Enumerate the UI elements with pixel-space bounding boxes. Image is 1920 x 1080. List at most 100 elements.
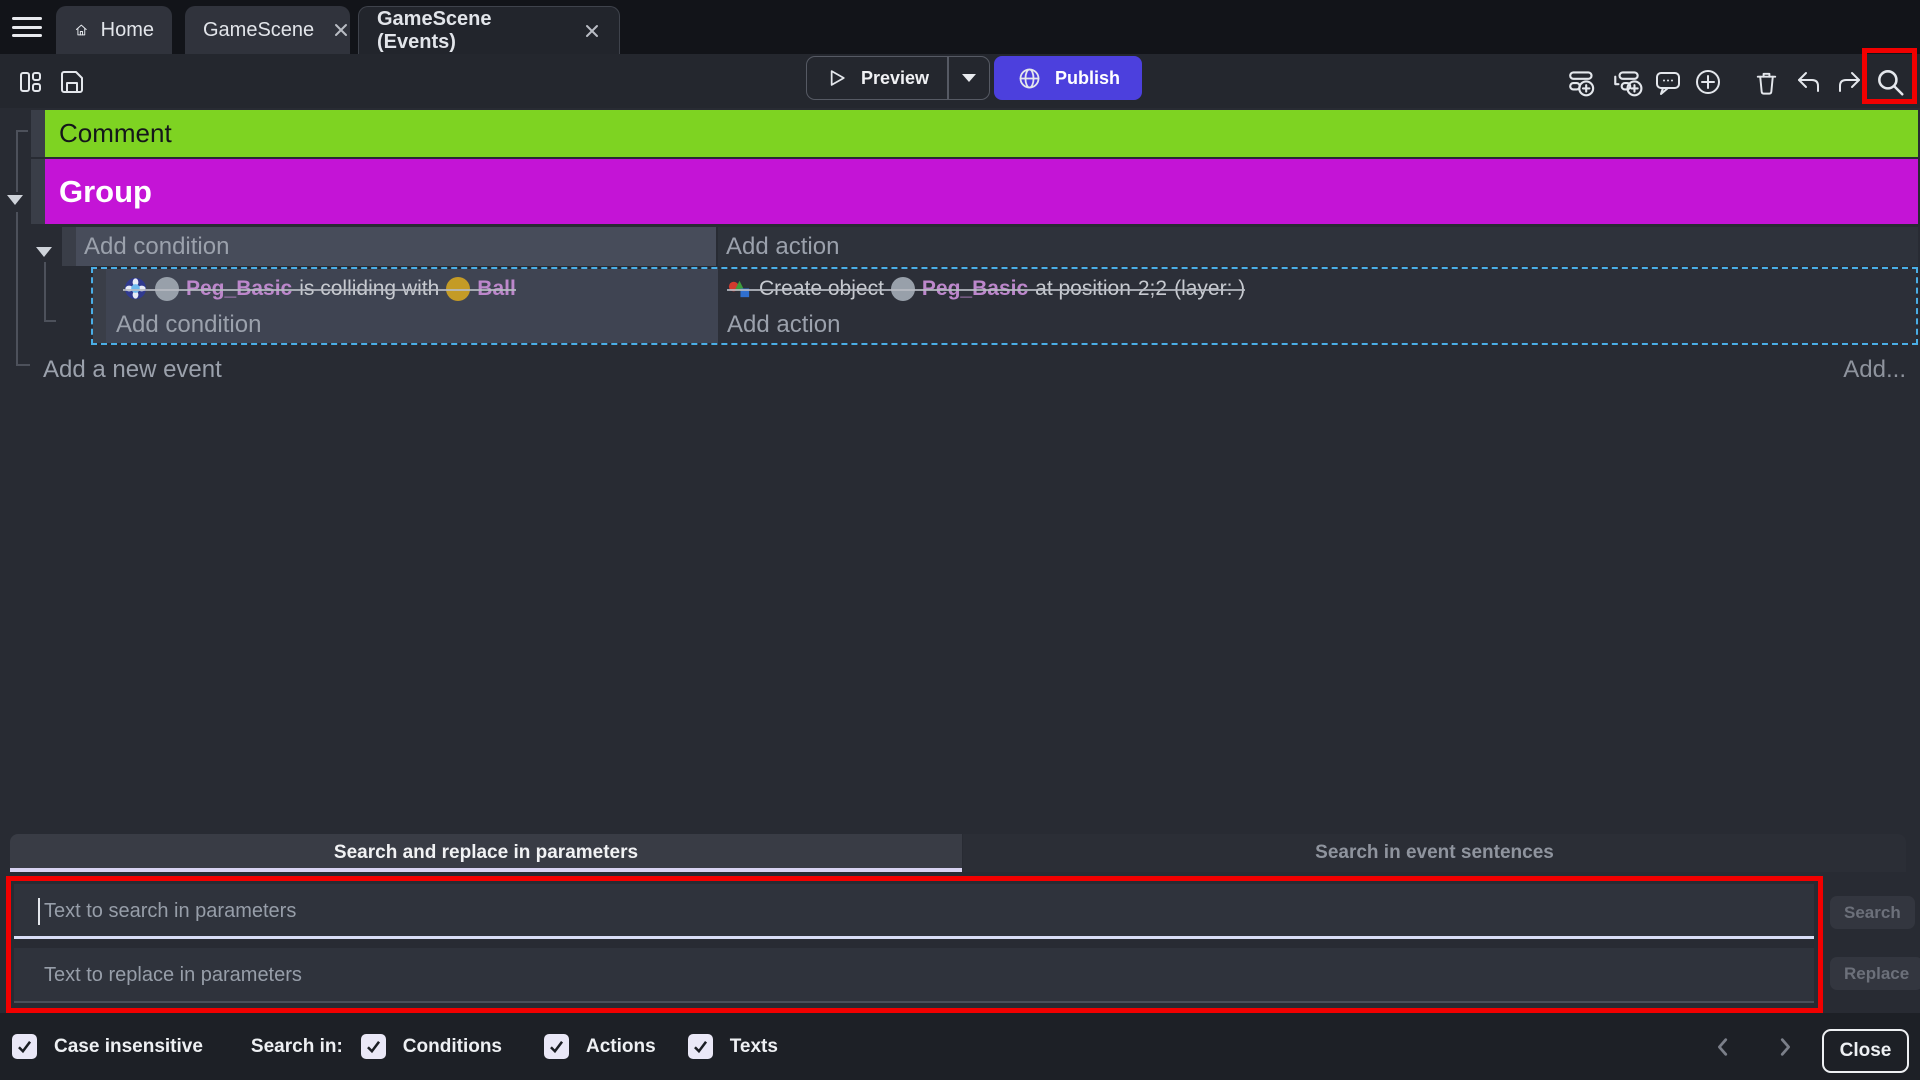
- main-menu-icon[interactable]: [12, 14, 42, 40]
- add-event-button[interactable]: [1565, 64, 1601, 100]
- tree-connector: [16, 364, 30, 366]
- add-comment-button[interactable]: [1650, 64, 1686, 100]
- tab-gamescene[interactable]: GameScene: [185, 6, 350, 54]
- comment-bubble-icon: [1653, 67, 1683, 97]
- tab-search-replace-parameters[interactable]: Search and replace in parameters: [10, 834, 962, 872]
- highlight-box-search-fields: [6, 876, 1823, 1013]
- add-more-events-button[interactable]: [1690, 64, 1726, 100]
- checkmark-icon: [15, 1037, 34, 1056]
- search-button[interactable]: Search: [1830, 896, 1915, 929]
- empty-event-actions-column: Add action: [718, 227, 1918, 266]
- add-action-link[interactable]: Add action: [726, 233, 839, 261]
- add-subevent-icon: [1611, 66, 1643, 98]
- close-button[interactable]: Close: [1822, 1029, 1909, 1073]
- action-coordinates: 2;2: [1138, 277, 1167, 301]
- action-connector: at position: [1035, 277, 1131, 301]
- preview-button[interactable]: Preview: [807, 65, 947, 91]
- highlight-box-search-icon: [1862, 48, 1917, 104]
- delete-button[interactable]: [1748, 64, 1784, 100]
- tab-gamescene-events-close-icon[interactable]: [583, 22, 601, 40]
- case-insensitive-label: Case insensitive: [54, 1036, 203, 1058]
- event-conditions-column: Peg_Basic is colliding with Ball Add con…: [106, 269, 718, 343]
- checkmark-icon: [364, 1037, 383, 1056]
- condition-object-2: Ball: [477, 277, 516, 301]
- texts-label: Texts: [730, 1036, 778, 1058]
- events-toolbar: Preview Publish: [0, 54, 1920, 108]
- gdevelop-events-editor: Home GameScene GameScene (Events): [0, 0, 1920, 1080]
- plus-circle-icon: [1693, 67, 1723, 97]
- undo-icon: [1793, 67, 1823, 97]
- object-thumbnail-peg-basic: [891, 277, 915, 301]
- conditions-checkbox[interactable]: [361, 1034, 386, 1059]
- tree-connector: [44, 320, 56, 322]
- next-result-button[interactable]: [1768, 1030, 1802, 1064]
- chevron-right-icon: [1774, 1036, 1796, 1058]
- add-condition-link[interactable]: Add condition: [116, 311, 261, 338]
- tree-connector: [16, 130, 18, 192]
- conditions-label: Conditions: [403, 1036, 502, 1058]
- search-in-label: Search in:: [251, 1036, 343, 1058]
- checkmark-icon: [547, 1037, 566, 1056]
- tab-home-label: Home: [101, 19, 154, 42]
- trash-icon: [1752, 68, 1781, 97]
- collision-condition-icon: [123, 276, 148, 301]
- comment-event[interactable]: Comment: [45, 110, 1918, 157]
- action-object: Peg_Basic: [922, 277, 1028, 301]
- toggle-panels-button[interactable]: [12, 64, 48, 100]
- event-drag-handle[interactable]: [93, 269, 106, 343]
- group-event[interactable]: Group: [45, 159, 1918, 224]
- home-icon: [74, 18, 89, 42]
- group-drag-handle[interactable]: [31, 159, 45, 224]
- chevron-down-icon: [962, 74, 976, 82]
- tab-search-event-sentences[interactable]: Search in event sentences: [963, 834, 1906, 872]
- action-verb: Create object: [759, 277, 884, 301]
- event-actions-column: Create object Peg_Basic at position 2;2 …: [718, 269, 1916, 343]
- case-insensitive-checkbox[interactable]: [12, 1034, 37, 1059]
- undo-button[interactable]: [1790, 64, 1826, 100]
- events-sheet: Comment Group Add condition Add action: [0, 108, 1920, 834]
- previous-result-button[interactable]: [1706, 1030, 1740, 1064]
- action-layer-suffix: (layer: ): [1174, 277, 1245, 301]
- preview-options-button[interactable]: [949, 74, 989, 82]
- group-collapse-caret-icon[interactable]: [7, 195, 23, 205]
- publish-button[interactable]: Publish: [994, 56, 1142, 100]
- object-thumbnail-ball: [446, 277, 470, 301]
- publish-label: Publish: [1055, 68, 1120, 89]
- redo-icon: [1835, 67, 1865, 97]
- save-icon: [57, 67, 87, 97]
- tab-gamescene-label: GameScene: [203, 19, 314, 42]
- tab-gamescene-close-icon[interactable]: [332, 21, 350, 39]
- tree-connector: [16, 212, 18, 366]
- condition-sentence[interactable]: Peg_Basic is colliding with Ball: [123, 276, 516, 301]
- checkmark-icon: [691, 1037, 710, 1056]
- actions-label: Actions: [586, 1036, 656, 1058]
- tab-gamescene-events[interactable]: GameScene (Events): [358, 6, 620, 54]
- empty-event-conditions-column: Add condition: [76, 227, 716, 266]
- add-condition-link[interactable]: Add condition: [84, 233, 229, 261]
- add-event-icon: [1567, 66, 1599, 98]
- create-object-action-icon: [727, 276, 752, 301]
- add-more-link[interactable]: Add...: [1843, 356, 1906, 384]
- event-drag-handle[interactable]: [62, 227, 76, 266]
- save-button[interactable]: [54, 64, 90, 100]
- action-sentence[interactable]: Create object Peg_Basic at position 2;2 …: [727, 276, 1245, 301]
- texts-checkbox[interactable]: [688, 1034, 713, 1059]
- comment-drag-handle[interactable]: [31, 110, 45, 157]
- preview-label: Preview: [861, 68, 929, 89]
- chevron-left-icon: [1712, 1036, 1734, 1058]
- comment-text: Comment: [59, 118, 172, 149]
- search-options-row: Case insensitive Search in: Conditions A…: [0, 1013, 1920, 1080]
- selected-event[interactable]: Peg_Basic is colliding with Ball Add con…: [91, 267, 1918, 345]
- replace-button[interactable]: Replace: [1830, 957, 1920, 990]
- event-collapse-caret-icon[interactable]: [36, 247, 52, 257]
- add-action-link[interactable]: Add action: [727, 311, 840, 338]
- actions-checkbox[interactable]: [544, 1034, 569, 1059]
- preview-button-group: Preview: [806, 56, 990, 100]
- play-icon: [823, 65, 849, 91]
- condition-object-1: Peg_Basic: [186, 277, 292, 301]
- tab-home[interactable]: Home: [56, 6, 172, 54]
- layout-panel-icon: [15, 67, 45, 97]
- add-subevent-button[interactable]: [1609, 64, 1645, 100]
- add-new-event-link[interactable]: Add a new event: [43, 356, 222, 384]
- object-thumbnail-peg-basic: [155, 277, 179, 301]
